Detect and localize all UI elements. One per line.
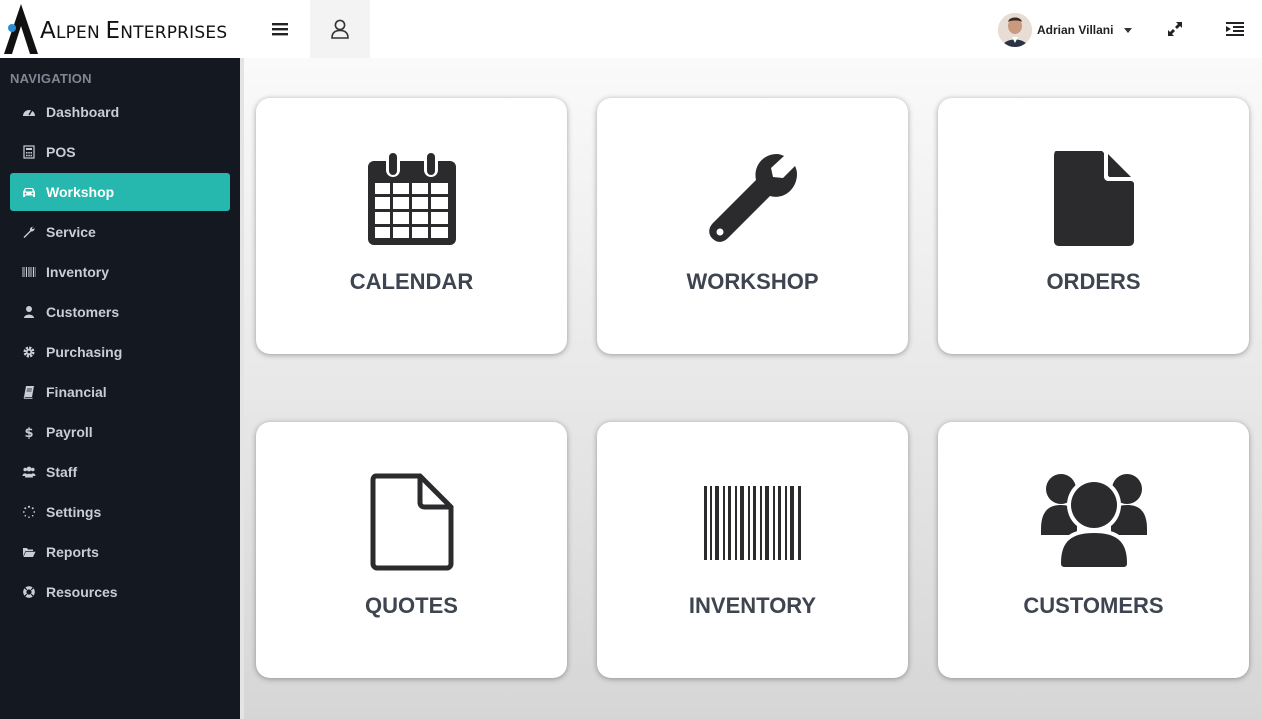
user-tab-button[interactable] <box>310 0 370 58</box>
tile-workshop[interactable]: WORKSHOP <box>597 98 908 354</box>
tile-orders[interactable]: ORDERS <box>938 98 1249 354</box>
sidebar-collapse-button[interactable] <box>1205 0 1262 58</box>
spinner-icon <box>10 505 46 519</box>
sidebar-item-financial[interactable]: Financial <box>10 373 230 411</box>
tile-label: CUSTOMERS <box>1023 593 1164 618</box>
sidebar-item-label: Reports <box>46 544 99 560</box>
sidebar-item-workshop[interactable]: Workshop <box>10 173 230 211</box>
document-outline-icon <box>370 473 453 571</box>
sidebar-item-label: Service <box>46 224 96 240</box>
top-bar: ALPEN ENTERPRISES Adrian Villani <box>0 0 1262 58</box>
chevron-down-icon <box>1124 27 1133 33</box>
sidebar-item-label: Customers <box>46 304 120 320</box>
user-menu[interactable]: Adrian Villani <box>998 12 1133 48</box>
sidebar-item-label: Settings <box>46 504 102 520</box>
tile-customers[interactable]: CUSTOMERS <box>938 422 1249 678</box>
sidebar-item-label: Workshop <box>46 184 115 200</box>
document-filled-icon <box>1053 151 1134 246</box>
sidebar-item-label: Financial <box>46 384 107 400</box>
sidebar-item-label: POS <box>46 144 76 160</box>
users-icon <box>10 465 46 479</box>
svg-text:$: $ <box>24 426 33 439</box>
tile-inventory[interactable]: INVENTORY <box>597 422 908 678</box>
sidebar-item-inventory[interactable]: Inventory <box>10 253 230 291</box>
sidebar-item-service[interactable]: Service <box>10 213 230 251</box>
barcode-icon <box>703 486 801 560</box>
alpen-logo-icon <box>4 4 38 54</box>
avatar <box>998 13 1032 47</box>
sidebar-item-purchasing[interactable]: Purchasing <box>10 333 230 371</box>
fullscreen-button[interactable] <box>1145 0 1205 58</box>
folder-open-icon <box>10 545 46 559</box>
nav-header: NAVIGATION <box>10 71 92 86</box>
book-icon <box>10 385 46 399</box>
barcode-icon <box>10 265 46 279</box>
sidebar-item-dashboard[interactable]: Dashboard <box>10 93 230 131</box>
gear-icon <box>10 345 46 359</box>
sidebar-item-payroll[interactable]: $ Payroll <box>10 413 230 451</box>
sidebar-item-label: Inventory <box>46 264 110 280</box>
hamburger-icon <box>272 23 288 36</box>
user-icon <box>10 305 46 319</box>
wrench-icon <box>10 225 46 239</box>
tile-label: QUOTES <box>365 593 458 618</box>
sidebar-item-resources[interactable]: Resources <box>10 573 230 611</box>
sidebar-item-label: Payroll <box>46 424 93 440</box>
calculator-icon <box>10 145 46 159</box>
tile-quotes[interactable]: QUOTES <box>256 422 567 678</box>
lifebuoy-icon <box>10 585 46 599</box>
car-icon <box>10 185 46 199</box>
main-content: CALENDAR WORKSHOP ORDERS QUOTES INVENTOR… <box>240 58 1262 719</box>
sidebar-item-label: Resources <box>46 584 118 600</box>
tile-label: INVENTORY <box>688 593 817 618</box>
sidebar-item-staff[interactable]: Staff <box>10 453 230 491</box>
users-icon <box>1040 474 1147 571</box>
tile-label: CALENDAR <box>349 269 474 294</box>
tile-label: WORKSHOP <box>686 269 819 294</box>
menu-toggle-button[interactable] <box>250 0 310 58</box>
brand-name: ALPEN ENTERPRISES <box>40 18 228 44</box>
user-outline-icon <box>331 19 349 39</box>
sidebar: NAVIGATION Dashboard POS Workshop Servic… <box>0 58 240 719</box>
user-name: Adrian Villani <box>1037 23 1114 37</box>
sidebar-item-label: Purchasing <box>46 344 123 360</box>
sidebar-item-label: Staff <box>46 464 78 480</box>
sidebar-item-pos[interactable]: POS <box>10 133 230 171</box>
expand-arrows-icon <box>1168 22 1182 36</box>
tile-calendar[interactable]: CALENDAR <box>256 98 567 354</box>
indent-icon <box>1226 22 1244 36</box>
sidebar-item-customers[interactable]: Customers <box>10 293 230 331</box>
nav-list: Dashboard POS Workshop Service Inventory <box>10 93 230 613</box>
dashboard-icon <box>10 105 46 119</box>
tile-label: ORDERS <box>1046 269 1141 294</box>
brand-logo[interactable]: ALPEN ENTERPRISES <box>0 0 240 58</box>
sidebar-item-reports[interactable]: Reports <box>10 533 230 571</box>
sidebar-item-label: Dashboard <box>46 104 120 120</box>
wrench-icon <box>708 154 797 242</box>
dollar-icon: $ <box>10 425 46 439</box>
sidebar-item-settings[interactable]: Settings <box>10 493 230 531</box>
calendar-icon <box>367 151 456 245</box>
